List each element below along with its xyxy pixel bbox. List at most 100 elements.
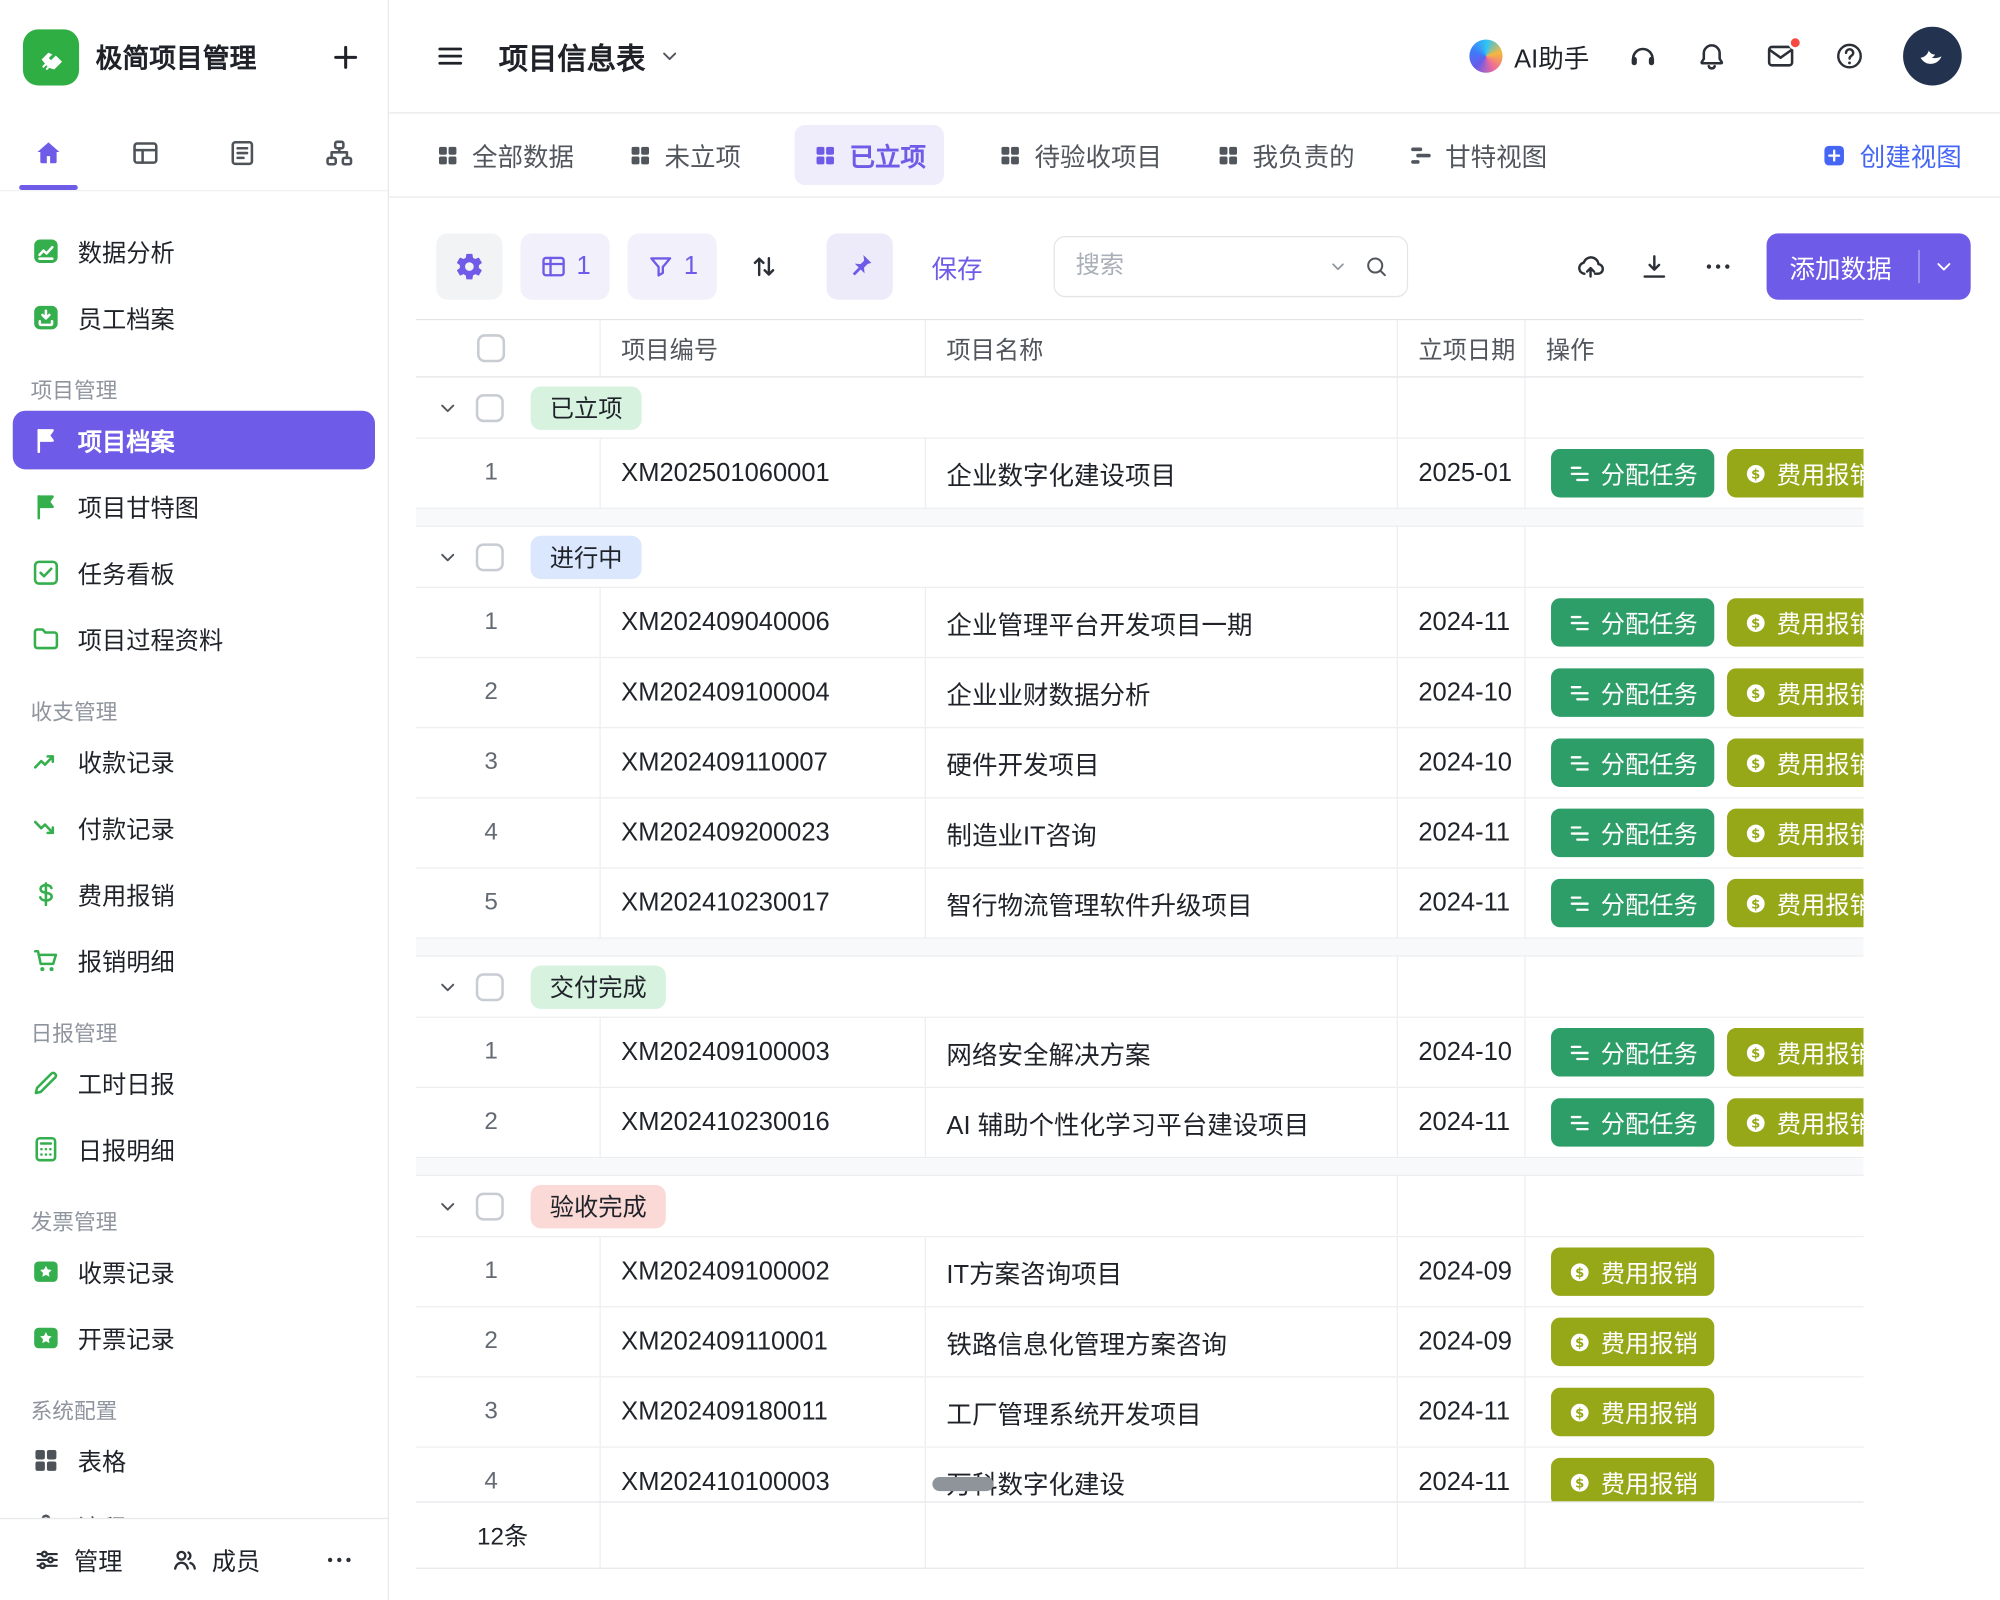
view-tab[interactable]: 全部数据 xyxy=(435,136,574,173)
user-avatar[interactable] xyxy=(1903,27,1962,86)
sidebar-more-icon[interactable] xyxy=(324,1545,355,1576)
add-data-button[interactable]: 添加数据 xyxy=(1767,233,1971,299)
table-row[interactable]: 2 XM202409110001 铁路信息化管理方案咨询 2024-09 $费用… xyxy=(416,1307,1864,1377)
horizontal-scrollbar[interactable] xyxy=(932,1477,993,1491)
collapse-group-icon[interactable] xyxy=(436,545,459,568)
filter-button[interactable]: 1 xyxy=(628,233,717,299)
expense-claim-button[interactable]: $费用报销 xyxy=(1551,1318,1714,1366)
sidebar-item[interactable]: 工时日报 xyxy=(13,1054,375,1113)
members-button[interactable]: 成员 xyxy=(171,1543,260,1577)
expense-claim-button[interactable]: $费用报销 xyxy=(1727,598,1863,646)
column-header[interactable]: 操作 xyxy=(1526,320,1864,376)
sidebar-item[interactable]: 项目档案 xyxy=(13,411,375,470)
expense-claim-button[interactable]: $费用报销 xyxy=(1551,1247,1714,1295)
expense-claim-button[interactable]: $费用报销 xyxy=(1727,739,1863,787)
expense-claim-button[interactable]: $费用报销 xyxy=(1727,1028,1863,1076)
sidebar-tab-flow[interactable] xyxy=(291,115,388,190)
table-row[interactable]: 5 XM202410230017 智行物流管理软件升级项目 2024-11 分配… xyxy=(416,869,1864,939)
table-row[interactable]: 1 XM202409040006 企业管理平台开发项目一期 2024-11 分配… xyxy=(416,588,1864,658)
collapse-group-icon[interactable] xyxy=(436,975,459,998)
table-row[interactable]: 4 XM202409200023 制造业IT咨询 2024-11 分配任务$费用… xyxy=(416,798,1864,868)
table-row[interactable]: 3 XM202409180011 工厂管理系统开发项目 2024-11 $费用报… xyxy=(416,1378,1864,1448)
expense-claim-button[interactable]: $费用报销 xyxy=(1727,879,1863,927)
column-header[interactable]: 立项日期 xyxy=(1398,320,1526,376)
field-config-button[interactable]: 1 xyxy=(520,233,609,299)
table-row[interactable]: 1 XM202501060001 企业数字化建设项目 2025-01 分配任务$… xyxy=(416,439,1864,509)
expense-claim-button[interactable]: $费用报销 xyxy=(1551,1388,1714,1436)
table-row[interactable]: 1 XM202409100003 网络安全解决方案 2024-10 分配任务$费… xyxy=(416,1018,1864,1088)
column-header[interactable]: 项目名称 xyxy=(926,320,1398,376)
inbox-button[interactable] xyxy=(1765,41,1796,72)
expense-claim-button[interactable]: $费用报销 xyxy=(1727,1098,1863,1146)
support-icon[interactable] xyxy=(1628,41,1659,72)
save-button[interactable]: 保存 xyxy=(931,248,982,285)
help-icon[interactable] xyxy=(1834,41,1865,72)
sidebar-tab-form[interactable] xyxy=(194,115,291,190)
assign-task-button[interactable]: 分配任务 xyxy=(1551,449,1714,497)
assign-task-button[interactable]: 分配任务 xyxy=(1551,809,1714,857)
expense-claim-button[interactable]: $费用报销 xyxy=(1551,1458,1714,1501)
title-chevron-icon[interactable] xyxy=(658,45,681,68)
sidebar-tab-home[interactable] xyxy=(0,115,97,190)
expense-claim-button[interactable]: $费用报销 xyxy=(1727,449,1863,497)
add-data-chevron-icon[interactable] xyxy=(1932,255,1955,278)
sidebar-item[interactable]: 员工档案 xyxy=(13,288,375,347)
notifications-icon[interactable] xyxy=(1696,41,1727,72)
sidebar-item[interactable]: 收票记录 xyxy=(13,1242,375,1301)
search-icon[interactable] xyxy=(1364,254,1390,280)
sidebar-item[interactable]: 项目甘特图 xyxy=(13,477,375,536)
view-tab[interactable]: 我负责的 xyxy=(1216,136,1355,173)
hamburger-menu-icon[interactable] xyxy=(435,41,466,72)
sidebar-item[interactable]: 表格 xyxy=(13,1431,375,1490)
import-icon[interactable] xyxy=(1575,251,1606,282)
select-all-checkbox[interactable] xyxy=(477,334,505,362)
sidebar-item[interactable]: 任务看板 xyxy=(13,543,375,602)
collapse-group-icon[interactable] xyxy=(436,1195,459,1218)
assign-task-button[interactable]: 分配任务 xyxy=(1551,1028,1714,1076)
export-icon[interactable] xyxy=(1639,251,1670,282)
view-tab[interactable]: 甘特视图 xyxy=(1408,136,1547,173)
sidebar-item[interactable]: 日报明细 xyxy=(13,1120,375,1179)
sidebar-tab-table[interactable] xyxy=(97,115,194,190)
pin-button[interactable] xyxy=(827,233,893,299)
group-checkbox[interactable] xyxy=(476,1192,504,1220)
sidebar-item[interactable]: 付款记录 xyxy=(13,798,375,857)
search-input[interactable] xyxy=(1076,253,1313,281)
sidebar-item[interactable]: 收款记录 xyxy=(13,732,375,791)
sidebar-item[interactable]: 开票记录 xyxy=(13,1309,375,1368)
settings-button[interactable] xyxy=(436,233,502,299)
sidebar-item[interactable]: 费用报销 xyxy=(13,865,375,924)
search-box[interactable] xyxy=(1054,236,1409,297)
sidebar-item[interactable]: 流程 xyxy=(13,1497,375,1517)
view-tab[interactable]: 已立项 xyxy=(795,125,944,185)
table-row[interactable]: 1 XM202409100002 IT方案咨询项目 2024-09 $费用报销 xyxy=(416,1237,1864,1307)
group-checkbox[interactable] xyxy=(476,393,504,421)
manage-button[interactable]: 管理 xyxy=(33,1543,122,1577)
collapse-group-icon[interactable] xyxy=(436,396,459,419)
sort-button[interactable] xyxy=(735,233,794,299)
ai-assistant-button[interactable]: AI助手 xyxy=(1470,38,1590,75)
expense-claim-button[interactable]: $费用报销 xyxy=(1727,668,1863,716)
column-header[interactable]: 项目编号 xyxy=(601,320,926,376)
assign-task-button[interactable]: 分配任务 xyxy=(1551,668,1714,716)
expense-claim-button[interactable]: $费用报销 xyxy=(1727,809,1863,857)
assign-task-button[interactable]: 分配任务 xyxy=(1551,739,1714,787)
sidebar-item[interactable]: 项目过程资料 xyxy=(13,610,375,669)
view-tab[interactable]: 待验收项目 xyxy=(997,136,1162,173)
table-row[interactable]: 2 XM202410230016 AI 辅助个性化学习平台建设项目 2024-1… xyxy=(416,1088,1864,1158)
create-view-button[interactable]: 创建视图 xyxy=(1821,136,1961,173)
table-row[interactable]: 3 XM202409110007 硬件开发项目 2024-10 分配任务$费用报… xyxy=(416,728,1864,798)
view-tab[interactable]: 未立项 xyxy=(628,136,742,173)
sidebar-item[interactable]: 数据分析 xyxy=(13,222,375,281)
add-app-icon[interactable] xyxy=(329,41,362,74)
sidebar-item[interactable]: 报销明细 xyxy=(13,931,375,990)
assign-task-button[interactable]: 分配任务 xyxy=(1551,1098,1714,1146)
table-row[interactable]: 4 XM202410100003 万科数字化建设 2024-11 $费用报销 xyxy=(416,1448,1864,1502)
search-scope-chevron-icon[interactable] xyxy=(1328,256,1348,276)
table-row[interactable]: 2 XM202409100004 企业业财数据分析 2024-10 分配任务$费… xyxy=(416,658,1864,728)
assign-task-button[interactable]: 分配任务 xyxy=(1551,879,1714,927)
group-checkbox[interactable] xyxy=(476,543,504,571)
assign-task-button[interactable]: 分配任务 xyxy=(1551,598,1714,646)
group-checkbox[interactable] xyxy=(476,973,504,1001)
more-actions-icon[interactable] xyxy=(1703,251,1734,282)
